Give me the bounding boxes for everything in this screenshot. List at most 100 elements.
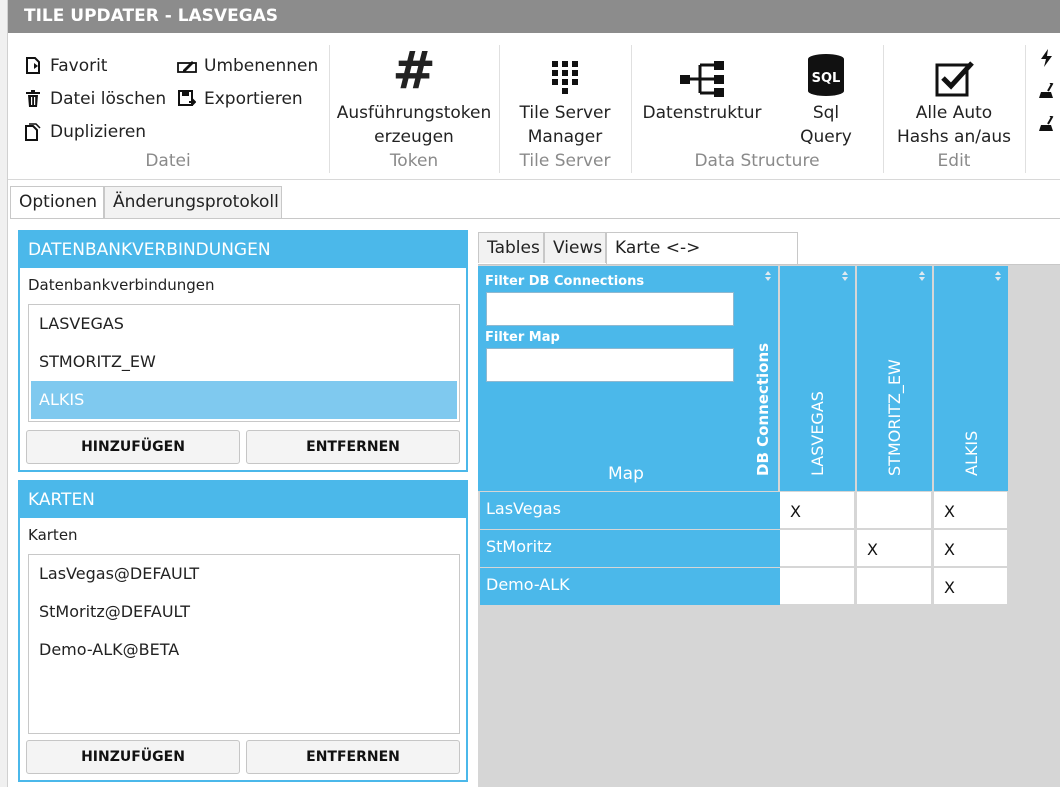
list-item[interactable]: LasVegas@DEFAULT xyxy=(29,555,459,593)
favorite-file-icon xyxy=(22,55,44,77)
umbenennen-label: Umbenennen xyxy=(204,56,319,76)
rename-icon xyxy=(176,55,198,77)
sql-line2: Query xyxy=(800,127,852,147)
list-item[interactable]: STMORITZ_EW xyxy=(29,343,459,381)
sort-icon[interactable] xyxy=(918,270,926,282)
matrix-cell[interactable] xyxy=(780,530,855,567)
column-header-stmoritz-ew[interactable]: STMORITZ_EW xyxy=(857,266,932,491)
filter-db-input[interactable] xyxy=(486,292,734,326)
broom-button-2[interactable] xyxy=(1038,109,1060,139)
group-label-tileserver: Tile Server xyxy=(519,151,611,171)
keypad-icon xyxy=(500,43,630,101)
maps-panel-subtitle: Karten xyxy=(28,526,78,544)
list-item[interactable]: StMoritz@DEFAULT xyxy=(29,593,459,631)
row-header-stmoritz: StMoritz xyxy=(480,530,780,567)
column-header-lasvegas[interactable]: LASVEGAS xyxy=(780,266,855,491)
exportieren-button[interactable]: Exportieren xyxy=(176,84,303,114)
datenstruktur-button[interactable]: Datenstruktur xyxy=(638,43,766,125)
tileserver-line1: Tile Server xyxy=(519,103,611,123)
ribbon-separator xyxy=(1025,45,1026,173)
group-label-token: Token xyxy=(389,151,439,171)
checkbox-checked-icon xyxy=(884,43,1024,101)
ribbon-group-token: # Ausführungstoken erzeugen Token xyxy=(330,43,498,173)
tab-views[interactable]: Views xyxy=(544,232,606,263)
column-header-alkis[interactable]: ALKIS xyxy=(934,266,1008,491)
list-item[interactable]: LASVEGAS xyxy=(29,305,459,343)
filter-map-label: Filter Map xyxy=(485,330,560,345)
tree-structure-icon xyxy=(638,43,766,101)
datenstruktur-label: Datenstruktur xyxy=(642,103,762,123)
window-left-edge xyxy=(0,0,8,787)
sql-database-icon: SQL xyxy=(782,43,870,101)
tab-optionen[interactable]: Optionen xyxy=(10,186,104,219)
ribbon-group-datastructure: Datenstruktur SQL Sql Query Data Structu… xyxy=(632,43,882,173)
broom-button[interactable] xyxy=(1038,76,1060,106)
matrix-cell[interactable] xyxy=(780,568,855,605)
tile-server-manager-button[interactable]: Tile Server Manager xyxy=(500,43,630,149)
token-line2: erzeugen xyxy=(374,127,454,147)
db-connections-list[interactable]: LASVEGAS STMORITZ_EW ALKIS xyxy=(28,304,460,422)
group-label-edit: Edit xyxy=(937,151,971,171)
sort-icon[interactable] xyxy=(764,270,772,282)
map-column-label: Map xyxy=(608,464,644,484)
matrix-cell[interactable]: X xyxy=(934,530,1008,567)
tab-karte-datenbank[interactable]: Karte <-> Datenbank xyxy=(606,232,798,288)
sort-icon[interactable] xyxy=(994,270,1002,282)
maps-remove-button[interactable]: ENTFERNEN xyxy=(246,740,460,774)
favorit-button[interactable]: Favorit xyxy=(22,51,107,81)
sort-icon[interactable] xyxy=(841,270,849,282)
db-panel-subtitle: Datenbankverbindungen xyxy=(28,276,215,294)
hash-icon: # xyxy=(392,41,436,101)
maps-add-button[interactable]: HINZUFÜGEN xyxy=(26,740,240,774)
sql-line1: Sql xyxy=(812,103,840,123)
maps-panel-title: KARTEN xyxy=(20,482,466,518)
lightning-icon xyxy=(1038,47,1056,69)
matrix-cell[interactable]: X xyxy=(857,530,932,567)
tileserver-line2: Manager xyxy=(527,127,603,147)
ribbon-group-edit: Alle Auto Hashs an/aus Edit xyxy=(884,43,1024,173)
right-pane: Tables Views Karte <-> Datenbank Filter … xyxy=(476,228,1060,787)
group-label-datastructure: Data Structure xyxy=(694,151,820,171)
db-add-button[interactable]: HINZUFÜGEN xyxy=(26,430,240,464)
duplizieren-button[interactable]: Duplizieren xyxy=(22,117,146,147)
edit-line2: Hashs an/aus xyxy=(896,127,1012,147)
edit-line1: Alle Auto xyxy=(915,103,993,123)
list-item[interactable]: Demo-ALK@BETA xyxy=(29,631,459,669)
matrix-cell[interactable] xyxy=(857,568,932,605)
ausfuehrungstoken-button[interactable]: # Ausführungstoken erzeugen xyxy=(330,43,498,149)
broom-icon xyxy=(1038,80,1056,102)
row-header-demo-alk: Demo-ALK xyxy=(480,568,780,605)
tab-tables[interactable]: Tables xyxy=(478,232,544,263)
matrix-cell[interactable]: X xyxy=(934,492,1008,529)
sql-badge-text: SQL xyxy=(812,71,841,86)
sql-query-button[interactable]: SQL Sql Query xyxy=(782,43,870,149)
ribbon-group-datei: Favorit Datei löschen Duplizieren Umbene… xyxy=(8,43,328,173)
export-icon xyxy=(176,88,198,110)
maps-list[interactable]: LasVegas@DEFAULT StMoritz@DEFAULT Demo-A… xyxy=(28,554,460,734)
ribbon: Favorit Datei löschen Duplizieren Umbene… xyxy=(8,33,1060,180)
matrix-cell[interactable] xyxy=(857,492,932,529)
umbenennen-button[interactable]: Umbenennen xyxy=(176,51,318,81)
mapping-matrix: Filter DB Connections Filter Map Map DB … xyxy=(478,264,1060,787)
db-connections-label: DB Connections xyxy=(754,342,772,476)
trash-icon xyxy=(22,88,44,110)
matrix-cell[interactable]: X xyxy=(780,492,855,529)
column-label: ALKIS xyxy=(962,430,981,476)
duplizieren-label: Duplizieren xyxy=(50,122,147,142)
tab-aenderungsprotokoll[interactable]: Änderungsprotokoll xyxy=(104,186,282,218)
tab-divider xyxy=(10,218,1060,219)
db-connections-panel: DATENBANKVERBINDUNGEN Datenbankverbindun… xyxy=(18,230,468,472)
favorit-label: Favorit xyxy=(50,56,108,76)
db-remove-button[interactable]: ENTFERNEN xyxy=(246,430,460,464)
broom-icon xyxy=(1038,113,1056,135)
auto-hashs-toggle-button[interactable]: Alle Auto Hashs an/aus xyxy=(884,43,1024,149)
matrix-cell[interactable]: X xyxy=(934,568,1008,605)
datei-loeschen-label: Datei löschen xyxy=(50,89,167,109)
lightning-button[interactable] xyxy=(1038,43,1060,73)
row-header-lasvegas: LasVegas xyxy=(480,492,780,529)
list-item-selected[interactable]: ALKIS xyxy=(31,381,457,419)
maps-panel: KARTEN Karten LasVegas@DEFAULT StMoritz@… xyxy=(18,480,468,782)
duplicate-icon xyxy=(22,121,44,143)
filter-map-input[interactable] xyxy=(486,348,734,382)
datei-loeschen-button[interactable]: Datei löschen xyxy=(22,84,166,114)
